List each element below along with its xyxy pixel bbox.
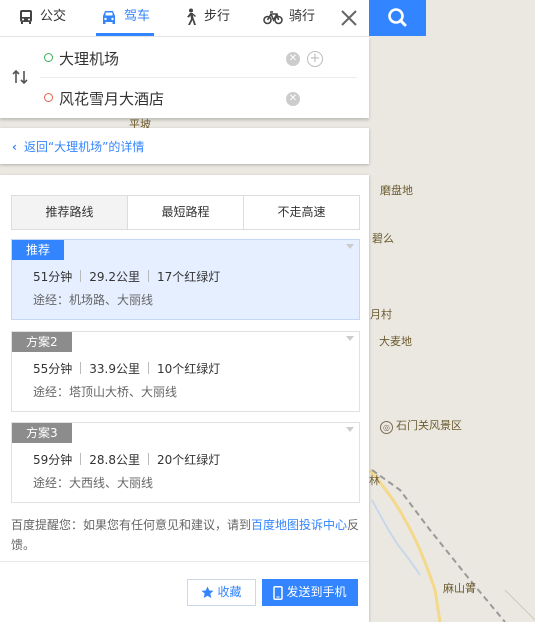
plan-traffic-lights: 20个红绿灯 xyxy=(157,453,221,467)
plan-via: 途经：机场路、大丽线 xyxy=(33,293,154,307)
map-label-damai: 大麦地 xyxy=(379,335,412,348)
tab-bike[interactable]: 骑行 xyxy=(263,0,315,36)
plan-distance: 28.8公里 xyxy=(89,453,141,467)
plan-stats: 55分钟 33.9公里 10个红绿灯 xyxy=(33,360,220,377)
divider xyxy=(148,362,150,374)
plan-traffic-lights: 17个红绿灯 xyxy=(157,270,221,284)
route-panel: 公交 驾车 步行 骑行 大理机场 ✕ + 风花雪月大酒店 ✕ ‹ 返回“大理机场… xyxy=(0,0,426,622)
map-label-mopan: 磨盘地 xyxy=(380,184,413,197)
walk-icon xyxy=(187,8,196,25)
complaint-center-link[interactable]: 百度地图投诉中心 xyxy=(251,518,347,532)
divider xyxy=(80,270,82,282)
route-plan-1[interactable]: 推荐 51分钟 29.2公里 17个红绿灯 途经：机场路、大丽线 xyxy=(11,239,360,320)
plan-badge: 推荐 xyxy=(12,240,65,260)
map-poi-shimenguan-label: 石门关风景区 xyxy=(396,419,462,432)
start-input-value: 大理机场 xyxy=(59,50,120,68)
tab-bus-label: 公交 xyxy=(40,9,67,24)
plan-time: 51分钟 xyxy=(33,270,73,284)
tab-shortest-route[interactable]: 最短路程 xyxy=(128,196,244,229)
tab-avoid-highway[interactable]: 不走高速 xyxy=(244,196,359,229)
start-input[interactable]: 大理机场 ✕ + xyxy=(40,39,330,77)
plan-via: 途经：大西线、大丽线 xyxy=(33,476,154,490)
tab-walk[interactable]: 步行 xyxy=(182,0,230,36)
add-waypoint-icon[interactable]: + xyxy=(307,51,323,67)
back-link-label: 返回“大理机场”的详情 xyxy=(23,140,145,154)
plan-distance: 29.2公里 xyxy=(89,270,141,284)
tab-walk-label: 步行 xyxy=(204,9,231,24)
map-label-bimo: 碧么 xyxy=(372,232,394,245)
phone-icon xyxy=(273,585,284,600)
policy-tabs: 推荐路线 最短路程 不走高速 xyxy=(11,195,360,230)
caret-down-icon[interactable] xyxy=(346,244,354,249)
chevron-left-icon: ‹ xyxy=(12,140,17,154)
favorite-button-label: 收藏 xyxy=(217,585,242,599)
tab-bike-label: 骑行 xyxy=(289,9,316,24)
swap-icon[interactable] xyxy=(12,69,28,85)
plan-traffic-lights: 10个红绿灯 xyxy=(157,362,221,376)
travel-mode-bar: 公交 驾车 步行 骑行 xyxy=(0,0,369,37)
map-label-yuecun: 月村 xyxy=(370,308,392,321)
car-icon xyxy=(103,10,115,24)
divider xyxy=(80,362,82,374)
feedback-tip: 百度提醒您：如果您有任何意见和建议，请到百度地图投诉中心反馈。 xyxy=(11,515,361,555)
route-result-card: 推荐路线 最短路程 不走高速 推荐 51分钟 29.2公里 17个红绿灯 途经：机场… xyxy=(0,175,369,622)
bus-icon xyxy=(20,9,32,24)
tip-prefix: 百度提醒您：如果您有任何意见和建议，请到 xyxy=(11,518,252,532)
back-card: ‹ 返回“大理机场”的详情 xyxy=(0,128,369,164)
close-icon[interactable] xyxy=(338,7,360,29)
plan-time: 59分钟 xyxy=(33,453,73,467)
plan-distance: 33.9公里 xyxy=(89,362,141,376)
caret-down-icon[interactable] xyxy=(346,427,354,432)
scenic-spot-icon: ◎ xyxy=(380,421,393,434)
tab-drive-label: 驾车 xyxy=(124,9,151,24)
tab-bus[interactable]: 公交 xyxy=(18,0,66,36)
map-label-lin: 林 xyxy=(369,474,380,487)
footer-divider xyxy=(0,561,369,562)
map-label-mashanqing: 麻山箐 xyxy=(443,582,476,595)
clear-end-icon[interactable]: ✕ xyxy=(286,92,300,106)
end-input[interactable]: 风花雪月大酒店 ✕ xyxy=(40,79,330,117)
plan-badge: 方案2 xyxy=(12,332,72,352)
back-to-detail-link[interactable]: ‹ 返回“大理机场”的详情 xyxy=(12,138,144,155)
map-poi-shimenguan[interactable]: ◎ 石门关风景区 xyxy=(380,417,462,434)
plan-stats: 51分钟 29.2公里 17个红绿灯 xyxy=(33,268,220,285)
send-to-phone-button[interactable]: 发送到手机 xyxy=(262,579,358,606)
plan-via: 途经：塔顶山大桥、大丽线 xyxy=(33,385,178,399)
send-to-phone-label: 发送到手机 xyxy=(286,585,347,599)
end-input-value: 风花雪月大酒店 xyxy=(59,90,165,108)
plan-badge: 方案3 xyxy=(12,423,72,443)
clear-start-icon[interactable]: ✕ xyxy=(286,52,300,66)
search-icon xyxy=(388,8,407,27)
route-plan-2[interactable]: 方案2 55分钟 33.9公里 10个红绿灯 途经：塔顶山大桥、大丽线 xyxy=(11,331,360,412)
plan-time: 55分钟 xyxy=(33,362,73,376)
star-icon xyxy=(201,586,214,598)
route-plan-3[interactable]: 方案3 59分钟 28.8公里 20个红绿灯 途经：大西线、大丽线 xyxy=(11,422,360,503)
route-input-card: 大理机场 ✕ + 风花雪月大酒店 ✕ xyxy=(0,37,369,118)
caret-down-icon[interactable] xyxy=(346,336,354,341)
divider xyxy=(148,453,150,465)
tab-drive[interactable]: 驾车 xyxy=(95,0,155,36)
divider xyxy=(148,270,150,282)
tab-recommended-route[interactable]: 推荐路线 xyxy=(12,196,128,229)
end-dot-icon xyxy=(44,93,53,102)
input-divider xyxy=(40,77,357,78)
bike-icon xyxy=(263,10,283,24)
search-button[interactable] xyxy=(369,0,426,36)
plan-stats: 59分钟 28.8公里 20个红绿灯 xyxy=(33,451,220,468)
divider xyxy=(80,453,82,465)
favorite-button[interactable]: 收藏 xyxy=(187,579,256,606)
start-dot-icon xyxy=(44,53,53,62)
